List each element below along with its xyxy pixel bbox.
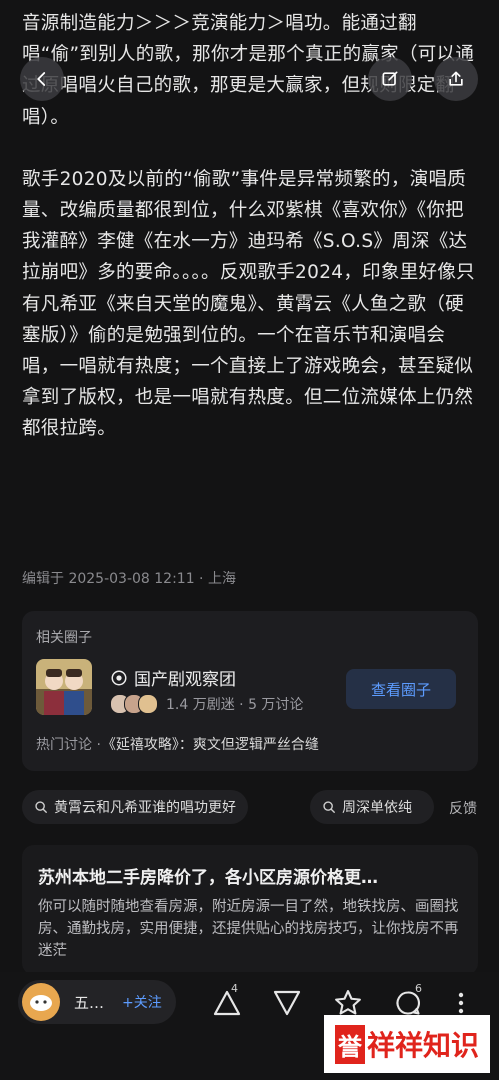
author-name: 五…	[74, 993, 105, 1012]
circle-name: 国产剧观察团	[110, 665, 236, 690]
ad-title: 苏州本地二手房降价了，各小区房源价格更…	[38, 868, 378, 888]
circle-target-icon	[111, 670, 127, 685]
circle-stats: 1.4 万剧迷 · 5 万讨论	[110, 694, 303, 714]
author-pill[interactable]: 五… +关注	[18, 980, 176, 1024]
downvote-button[interactable]	[270, 986, 304, 1020]
search-chip-label: 黄霄云和凡希亚谁的唱功更好	[54, 800, 236, 816]
search-chip[interactable]: 周深单依纯	[310, 790, 434, 824]
upvote-count: 4	[231, 982, 238, 995]
edit-meta: 编辑于 2025-03-08 12:11 · 上海	[22, 571, 236, 587]
share-button[interactable]	[434, 57, 478, 101]
hot-discussion[interactable]: 热门讨论 · 《延禧攻略》：爽文但逻辑严丝合缝	[36, 734, 319, 754]
edit-button[interactable]	[368, 57, 412, 101]
upvote-button[interactable]	[210, 986, 244, 1020]
more-vertical-icon	[458, 992, 464, 1014]
article-body: 音源制造能力＞＞＞竞演能力＞唱功。能通过翻唱“偷”到别人的歌，那你才是那个真正的…	[22, 8, 482, 445]
back-button[interactable]	[20, 57, 64, 101]
share-icon	[449, 71, 463, 86]
circle-thumbnail	[36, 659, 92, 715]
circle-stats-text: 1.4 万剧迷 · 5 万讨论	[166, 697, 304, 713]
search-chip-label: 周深单依纯	[342, 800, 412, 816]
feedback-link[interactable]: 反馈	[449, 798, 477, 818]
circle-section-header: 相关圈子	[36, 630, 92, 646]
site-watermark: 誉 祥祥知识	[324, 1015, 490, 1073]
circle-name-label: 国产剧观察团	[134, 670, 236, 690]
downvote-triangle-icon	[273, 990, 301, 1016]
watermark-text: 祥祥知识	[366, 1029, 479, 1062]
ad-card[interactable]: 苏州本地二手房降价了，各小区房源价格更… 你可以随时随地查看房源，附近房源一目了…	[22, 845, 478, 975]
member-avatars	[110, 694, 158, 714]
hot-discussion-label: 热门讨论 ·	[36, 737, 101, 753]
follow-button[interactable]: +关注	[122, 992, 162, 1012]
star-icon	[335, 990, 361, 1015]
search-icon	[323, 801, 335, 813]
hot-discussion-topic[interactable]: 《延禧攻略》：爽文但逻辑严丝合缝	[109, 737, 319, 753]
comment-count: 6	[415, 982, 422, 995]
search-icon	[35, 801, 47, 813]
ad-body: 你可以随时随地查看房源，附近房源一目了然，地铁找房、画圈找房、通勤找房，实用便捷…	[38, 899, 459, 959]
watermark-box: 誉	[334, 1024, 365, 1064]
article-paragraph-1: 音源制造能力＞＞＞竞演能力＞唱功。能通过翻唱“偷”到别人的歌，那你才是那个真正的…	[22, 13, 475, 128]
search-chip[interactable]: 黄霄云和凡希亚谁的唱功更好	[22, 790, 248, 824]
related-search-chips: 黄霄云和凡希亚谁的唱功更好 周深单依纯	[22, 790, 482, 824]
view-circle-button[interactable]: 查看圈子	[346, 669, 456, 709]
article-paragraph-2: 歌手2020及以前的“偷歌”事件是异常频繁的，演唱质量、改编质量都很到位，什么邓…	[22, 168, 475, 440]
author-avatar	[22, 983, 60, 1021]
related-circle-card[interactable]: 相关圈子 国产剧观察团 1.4 万剧迷 · 5 万讨论 查看圈子 热门讨论 · 《…	[22, 611, 478, 771]
edit-icon	[382, 71, 398, 86]
chevron-left-icon	[37, 72, 46, 86]
